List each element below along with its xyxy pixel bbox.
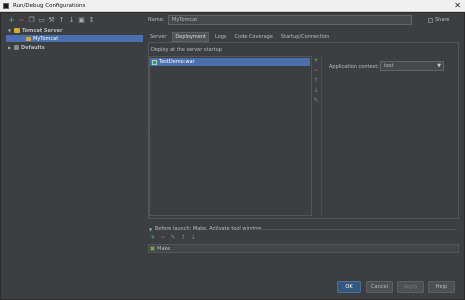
artifact-item[interactable]: TestDemo:war: [150, 58, 310, 66]
divider: [321, 56, 322, 216]
config-toolbar: + − ❐ ▭ ⚒ ↑ ↓ ▣ ↕: [8, 16, 95, 24]
move-down-icon[interactable]: ↓: [68, 16, 75, 24]
tree-node-label: Defaults: [21, 44, 45, 51]
remove-config-icon[interactable]: −: [18, 16, 25, 24]
artifact-icon: [152, 59, 157, 65]
tomcat-icon: [26, 36, 31, 41]
copy-config-icon[interactable]: ❐: [28, 16, 35, 24]
window-title: Run/Debug Configurations: [13, 3, 86, 9]
tree-node-tomcat-server[interactable]: ▼ Tomcat Server: [8, 27, 62, 34]
remove-task-icon[interactable]: −: [160, 235, 166, 241]
title-bar: Run/Debug Configurations ✕: [0, 0, 465, 12]
save-config-icon[interactable]: ▭: [38, 16, 45, 24]
edit-task-icon[interactable]: ✎: [170, 235, 176, 241]
config-tree: ▼ Tomcat Server MyTomcat ▶ Defaults: [6, 25, 143, 275]
add-task-icon[interactable]: +: [150, 235, 156, 241]
help-button[interactable]: Help: [428, 281, 455, 293]
add-config-icon[interactable]: +: [8, 16, 15, 24]
app-context-select[interactable]: test ▼: [380, 61, 444, 71]
make-icon: [150, 246, 155, 251]
deploy-section-label: Deploy at the server startup: [151, 47, 222, 53]
expand-arrow-icon[interactable]: ▼: [149, 227, 153, 232]
ok-button[interactable]: OK: [337, 281, 361, 293]
tab-logs[interactable]: Logs: [213, 33, 229, 41]
close-icon[interactable]: ✕: [454, 1, 461, 11]
chevron-down-icon[interactable]: ▼: [437, 63, 441, 70]
tree-node-my-tomcat[interactable]: MyTomcat: [6, 35, 143, 42]
expand-arrow-icon[interactable]: ▼: [8, 28, 12, 33]
cancel-button[interactable]: Cancel: [366, 281, 393, 293]
apply-button[interactable]: Apply: [397, 281, 424, 293]
tab-startup-connection[interactable]: Startup/Connection: [279, 33, 332, 41]
artifact-label: TestDemo:war: [159, 59, 195, 65]
name-label: Name:: [148, 17, 165, 23]
defaults-icon: [14, 45, 19, 50]
collapse-arrow-icon[interactable]: ▶: [8, 45, 12, 50]
share-label: Share: [435, 17, 450, 23]
splitter-handle[interactable]: ⋮: [144, 129, 149, 138]
before-launch-toolbar: + − ✎ ↑ ↓: [150, 235, 196, 241]
artifact-list[interactable]: [149, 56, 312, 216]
app-icon: [3, 3, 9, 9]
app-context-label: Application context:: [329, 64, 380, 70]
name-input[interactable]: MyTomcat: [168, 15, 412, 25]
move-down-icon[interactable]: ↓: [190, 235, 196, 241]
divider: [250, 229, 457, 230]
tree-node-label: Tomcat Server: [22, 27, 63, 34]
move-down-icon[interactable]: ↓: [313, 88, 319, 94]
edit-defaults-icon[interactable]: ⚒: [48, 16, 55, 24]
sort-icon[interactable]: ↕: [88, 16, 95, 24]
move-up-icon[interactable]: ↑: [180, 235, 186, 241]
app-context-value: test: [384, 63, 394, 69]
before-launch-item-label: Make: [157, 245, 171, 252]
tab-code-coverage[interactable]: Code Coverage: [233, 33, 275, 41]
tree-node-label: MyTomcat: [33, 35, 59, 42]
before-launch-item[interactable]: Make: [149, 245, 458, 252]
share-checkbox[interactable]: Share: [428, 17, 449, 23]
checkbox-icon[interactable]: [428, 17, 433, 23]
edit-artifact-icon[interactable]: ✎: [313, 98, 319, 104]
folder-icon[interactable]: ▣: [78, 16, 85, 24]
before-launch-header[interactable]: ▼ Before launch: Make, Activate tool win…: [149, 226, 261, 232]
move-up-icon[interactable]: ↑: [313, 78, 319, 84]
tab-server[interactable]: Server: [148, 33, 168, 41]
add-artifact-icon[interactable]: +: [313, 58, 319, 64]
remove-artifact-icon[interactable]: −: [313, 68, 319, 74]
artifact-toolbar: + − ↑ ↓ ✎: [313, 58, 319, 104]
tab-deployment[interactable]: Deployment: [172, 31, 209, 42]
tree-node-defaults[interactable]: ▶ Defaults: [8, 44, 45, 51]
tab-bar: Server Deployment Logs Code Coverage Startup…: [148, 31, 332, 42]
tomcat-icon: [14, 28, 20, 33]
before-launch-label: Before launch: Make, Activate tool windo…: [155, 226, 262, 232]
move-up-icon[interactable]: ↑: [58, 16, 65, 24]
